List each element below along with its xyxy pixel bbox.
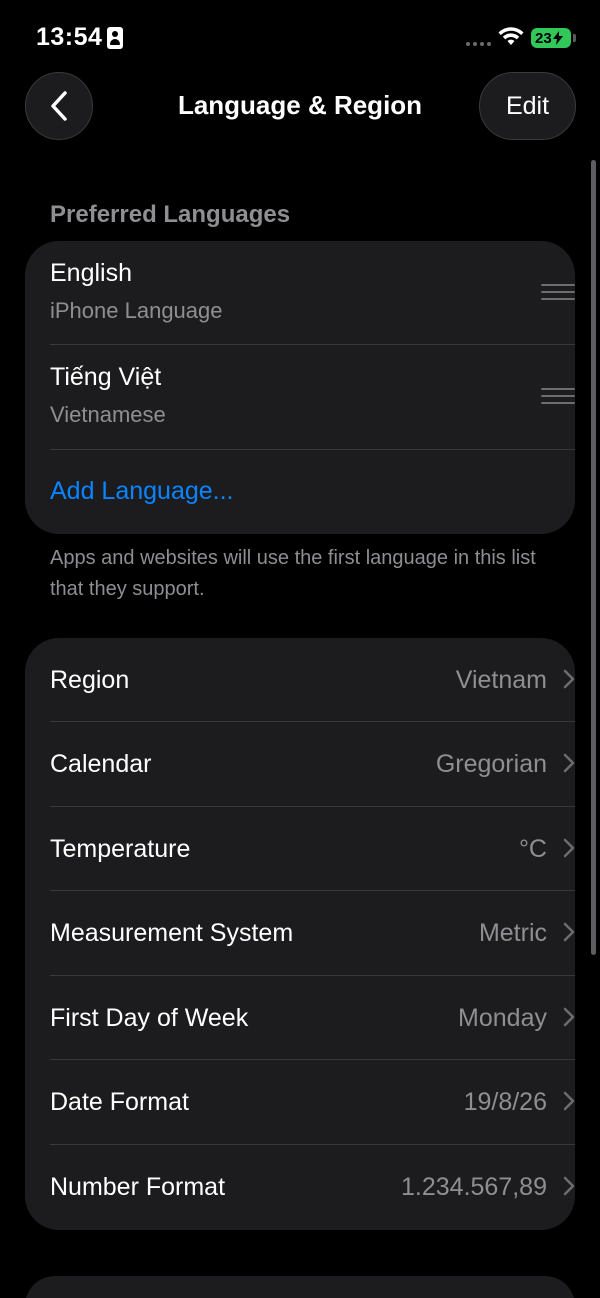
battery-indicator: 23 [531,28,571,48]
next-settings-group [25,1276,575,1298]
setting-value: 1.234.567,89 [401,1173,547,1201]
status-bar: 13:54 23 [0,0,600,70]
region-settings-list: Region Vietnam Calendar Gregorian Temper… [25,638,575,1230]
setting-label: Calendar [50,750,152,778]
language-name: Tiếng Việt [50,363,162,391]
language-row-english[interactable]: English iPhone Language [50,241,575,345]
cellular-signal-icon [466,42,491,46]
scroll-indicator[interactable] [591,160,596,955]
setting-row-date-format[interactable]: Date Format 19/8/26 [50,1060,575,1144]
charging-bolt-icon [552,31,563,45]
reorder-handle-icon[interactable] [541,388,575,406]
setting-row-measurement-system[interactable]: Measurement System Metric [50,891,575,975]
preferred-languages-header: Preferred Languages [50,201,291,228]
language-subtitle: Vietnamese [50,402,166,427]
language-subtitle: iPhone Language [50,298,223,323]
setting-value: Monday [458,1004,547,1032]
setting-label: Measurement System [50,919,294,947]
language-name: English [50,259,132,287]
setting-row-temperature[interactable]: Temperature °C [50,807,575,891]
add-language-button[interactable]: Add Language... [50,477,234,506]
reorder-handle-icon[interactable] [541,284,575,302]
chevron-right-icon [563,1091,575,1111]
battery-level: 23 [535,29,552,47]
setting-label: Number Format [50,1173,226,1201]
setting-value: °C [518,835,547,863]
chevron-right-icon [563,669,575,689]
setting-value: 19/8/26 [463,1088,547,1116]
chevron-right-icon [563,753,575,773]
setting-value: Gregorian [435,750,547,778]
chevron-right-icon [563,838,575,858]
language-row-vietnamese[interactable]: Tiếng Việt Vietnamese [50,345,575,449]
setting-label: Temperature [50,835,191,863]
battery-cap [573,34,576,42]
setting-label: Date Format [50,1088,189,1116]
chevron-right-icon [563,1176,575,1196]
chevron-right-icon [563,922,575,942]
setting-label: First Day of Week [50,1004,249,1032]
setting-row-calendar[interactable]: Calendar Gregorian [50,722,575,806]
contact-card-icon [107,27,123,49]
setting-row-first-day-of-week[interactable]: First Day of Week Monday [50,976,575,1060]
divider [50,449,575,450]
status-time: 13:54 [36,23,103,51]
setting-row-region[interactable]: Region Vietnam [50,638,575,722]
languages-footer-note: Apps and websites will use the first lan… [50,547,536,600]
setting-row-number-format[interactable]: Number Format 1.234.567,89 [50,1145,575,1229]
setting-value: Metric [478,919,547,947]
setting-label: Region [50,666,130,694]
setting-value: Vietnam [455,666,547,694]
chevron-right-icon [563,1007,575,1027]
preferred-languages-list: English iPhone Language Tiếng Việt Vietn… [25,241,575,534]
wifi-icon [498,27,524,45]
edit-button[interactable]: Edit [479,72,576,140]
